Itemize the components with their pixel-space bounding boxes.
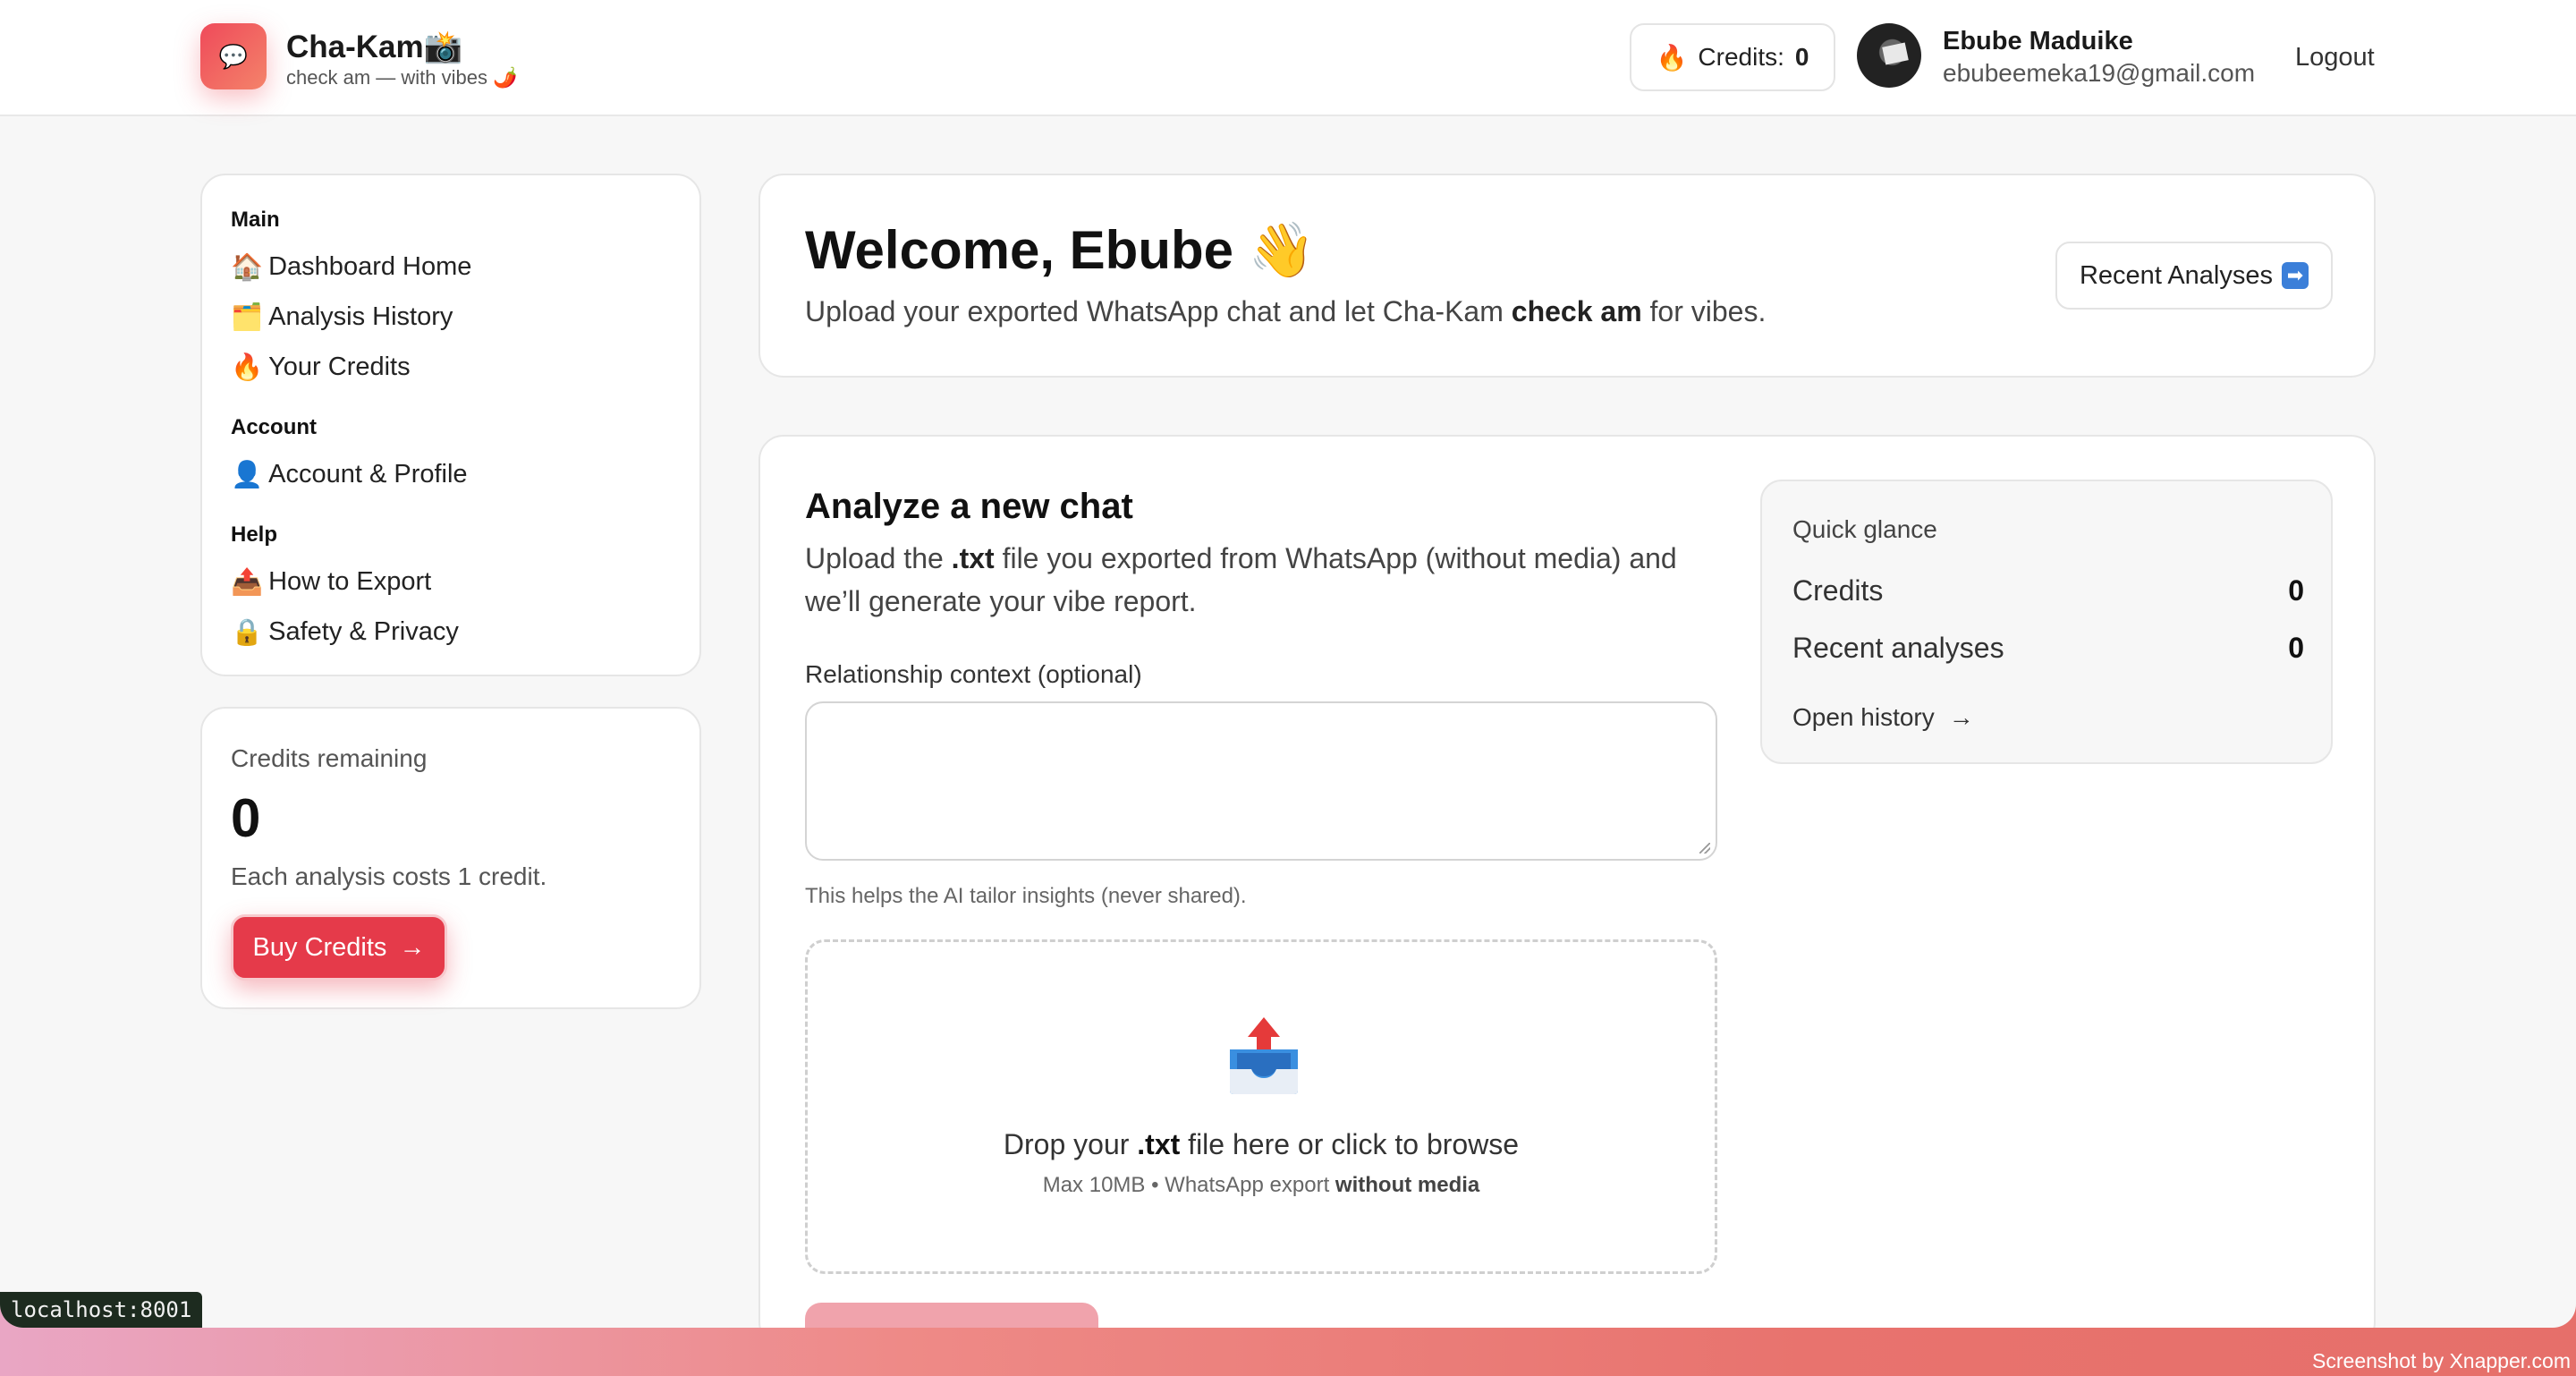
quick-glance-value: 0 <box>2288 574 2304 607</box>
fire-icon: 🔥 <box>1656 43 1688 72</box>
quick-glance-row-credits: Credits 0 <box>1792 574 2304 607</box>
relationship-context-textarea[interactable] <box>805 701 1717 861</box>
user-silhouette-icon: 👤 <box>231 461 264 489</box>
brand-name[interactable]: Cha-Kam📸 <box>286 29 462 65</box>
dropzone-main-post: file here or click to browse <box>1180 1128 1520 1160</box>
user-avatar[interactable] <box>1857 23 1921 88</box>
logo-glyph: 💬 <box>218 42 249 70</box>
dropzone-sub-pre: Max 10MB • WhatsApp export <box>1042 1173 1335 1197</box>
brand-tagline: check am — with vibes 🌶️ <box>286 66 518 89</box>
open-history-link[interactable]: Open history → <box>1792 703 1974 732</box>
header-credits-pill[interactable]: 🔥 Credits: 0 <box>1630 23 1835 91</box>
header-credits-label: Credits: <box>1698 43 1784 71</box>
welcome-subtitle-post: for vibes. <box>1641 295 1767 327</box>
analyze-description: Upload the .txt file you exported from W… <box>805 537 1717 623</box>
dropzone-main-pre: Drop your <box>1003 1128 1138 1160</box>
chat-bubble-logo-icon[interactable]: 💬 <box>200 23 267 89</box>
sidebar-item-label: Analysis History <box>268 302 453 331</box>
sidebar-item-safety-privacy[interactable]: 🔒 Safety & Privacy <box>231 617 459 648</box>
analyze-desc-bold: .txt <box>951 542 995 574</box>
right-arrow-icon: ➡ <box>2282 262 2309 289</box>
sidebar-item-label: Account & Profile <box>268 460 468 488</box>
dropzone-main-text: Drop your .txt file here or click to bro… <box>808 1128 1715 1161</box>
welcome-subtitle-pre: Upload your exported WhatsApp chat and l… <box>805 295 1512 327</box>
sidebar-item-label: How to Export <box>268 567 432 596</box>
relationship-context-help: This helps the AI tailor insights (never… <box>805 884 1247 908</box>
top-navbar: 💬 Cha-Kam📸 check am — with vibes 🌶️ 🔥 Cr… <box>0 0 2576 116</box>
sidebar-nav: Main 🏠 Dashboard Home 🗂️ Analysis Histor… <box>200 174 701 676</box>
sidebar-item-how-to-export[interactable]: 📤 How to Export <box>231 567 431 598</box>
credits-remaining-card: Credits remaining 0 Each analysis costs … <box>200 707 701 1009</box>
analyze-submit-button[interactable] <box>805 1303 1098 1328</box>
quick-glance-label: Recent analyses <box>1792 632 2004 664</box>
lock-icon: 🔒 <box>231 618 264 647</box>
quick-glance-row-recent-analyses: Recent analyses 0 <box>1792 632 2304 665</box>
credits-card-value: 0 <box>231 788 261 848</box>
quick-glance-label: Credits <box>1792 574 1884 607</box>
page-title: Welcome, Ebube 👋 <box>805 220 1316 280</box>
dropzone-sub-text: Max 10MB • WhatsApp export without media <box>808 1173 1715 1198</box>
browser-window: 💬 Cha-Kam📸 check am — with vibes 🌶️ 🔥 Cr… <box>0 0 2576 1328</box>
sidebar-item-your-credits[interactable]: 🔥 Your Credits <box>231 352 411 383</box>
recent-analyses-button[interactable]: Recent Analyses ➡ <box>2055 242 2333 310</box>
user-name: Ebube Maduike <box>1943 27 2133 55</box>
credits-card-description: Each analysis costs 1 credit. <box>231 862 547 890</box>
sidebar-item-label: Your Credits <box>268 352 411 381</box>
dropzone-sub-bold: without media <box>1335 1173 1480 1197</box>
inbox-tray-upload-icon <box>1230 1017 1298 1094</box>
credits-card-title: Credits remaining <box>231 744 428 772</box>
quick-glance-value: 0 <box>2288 632 2304 664</box>
arrow-right-icon: → <box>399 932 426 962</box>
nav-section-help: Help <box>231 522 278 547</box>
card-index-dividers-icon: 🗂️ <box>231 303 264 332</box>
header-credits-value: 0 <box>1794 43 1809 71</box>
quick-glance-title: Quick glance <box>1792 515 1937 543</box>
open-history-label: Open history <box>1792 703 1935 731</box>
file-dropzone[interactable]: Drop your .txt file here or click to bro… <box>805 939 1717 1274</box>
sidebar-item-account-profile[interactable]: 👤 Account & Profile <box>231 460 468 490</box>
sidebar-item-dashboard-home[interactable]: 🏠 Dashboard Home <box>231 252 471 283</box>
outbox-tray-icon: 📤 <box>231 568 264 597</box>
fire-icon: 🔥 <box>231 353 264 382</box>
analyze-desc-pre: Upload the <box>805 542 952 574</box>
buy-credits-label: Buy Credits <box>252 932 387 962</box>
welcome-card: Welcome, Ebube 👋 Upload your exported Wh… <box>758 174 2376 378</box>
browser-status-url: localhost:8001 <box>0 1292 203 1328</box>
screenshot-watermark: Screenshot by Xnapper.com <box>2312 1349 2571 1372</box>
welcome-subtitle-bold: check am <box>1511 295 1642 327</box>
dropzone-main-bold: .txt <box>1137 1128 1181 1160</box>
nav-section-account: Account <box>231 415 317 439</box>
relationship-context-label: Relationship context (optional) <box>805 660 1142 688</box>
house-icon: 🏠 <box>231 253 264 282</box>
welcome-subtitle: Upload your exported WhatsApp chat and l… <box>805 295 1766 328</box>
nav-section-main: Main <box>231 208 280 232</box>
buy-credits-button[interactable]: Buy Credits → <box>231 914 447 981</box>
quick-glance-panel: Quick glance Credits 0 Recent analyses 0… <box>1760 480 2333 764</box>
user-email: ebubeemeka19@gmail.com <box>1943 59 2256 87</box>
sidebar-item-label: Dashboard Home <box>268 252 472 281</box>
arrow-right-icon: → <box>1948 703 1974 731</box>
analyze-title: Analyze a new chat <box>805 487 1133 526</box>
recent-analyses-label: Recent Analyses <box>2079 260 2273 290</box>
sidebar-item-label: Safety & Privacy <box>268 617 459 646</box>
analyze-chat-card: Analyze a new chat Upload the .txt file … <box>758 435 2376 1328</box>
sidebar-item-analysis-history[interactable]: 🗂️ Analysis History <box>231 302 453 333</box>
logout-link[interactable]: Logout <box>2295 43 2375 72</box>
